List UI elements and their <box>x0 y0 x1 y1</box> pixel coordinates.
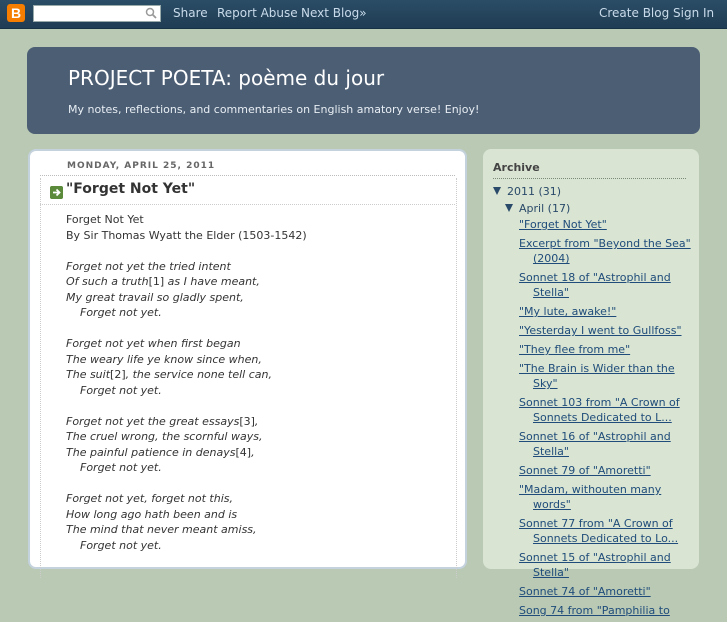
archive-post-link[interactable]: "They flee from me" <box>519 342 691 357</box>
footnote-ref-link[interactable]: [1] <box>149 275 165 288</box>
archive-list-item: Sonnet 103 from "A Crown of Sonnets Dedi… <box>519 395 691 425</box>
arrow-right-icon <box>50 186 63 199</box>
archive-list-item: Sonnet 79 of "Amoretti" <box>519 463 691 478</box>
archive-post-link[interactable]: "The Brain is Wider than the Sky" <box>519 361 691 391</box>
archive-list-item: Excerpt from "Beyond the Sea" (2004) <box>519 236 691 266</box>
poem-line: Forget not yet the tried intent <box>66 259 231 273</box>
archive-list-item: Sonnet 77 from "A Crown of Sonnets Dedic… <box>519 516 691 546</box>
next-blog-link[interactable]: Next Blog» <box>301 6 367 20</box>
poem-line: Forget not yet. <box>80 383 162 397</box>
archive-post-link[interactable]: "Yesterday I went to Gullfoss" <box>519 323 691 338</box>
archive-post-list: "Forget Not Yet" Excerpt from "Beyond the… <box>519 217 691 622</box>
archive-list-item: "Madam, withouten many words" <box>519 482 691 512</box>
poem-line: The painful patience in denays[4], <box>66 445 255 459</box>
poem-line: The cruel wrong, the scornful ways, <box>66 430 263 443</box>
title-divider <box>40 204 455 205</box>
poem-line: How long ago hath been and is <box>66 507 238 521</box>
date-divider <box>40 175 455 176</box>
post-title[interactable]: "Forget Not Yet" <box>66 181 195 197</box>
navbar-search-box <box>33 5 161 25</box>
collapse-triangle-icon[interactable] <box>493 187 501 195</box>
archive-list-item: Sonnet 16 of "Astrophil and Stella" <box>519 429 691 459</box>
archive-post-link[interactable]: Sonnet 74 of "Amoretti" <box>519 584 691 599</box>
poem-line: Forget not yet. <box>80 306 162 319</box>
poem-author-line: By Sir Thomas Wyatt the Elder (1503-1542… <box>66 228 307 242</box>
archive-post-link[interactable]: "My lute, awake!" <box>519 304 691 319</box>
archive-post-link[interactable]: "Forget Not Yet" <box>519 217 691 232</box>
archive-post-link[interactable]: Excerpt from "Beyond the Sea" (2004) <box>519 236 691 266</box>
archive-year[interactable]: 2011 (31) <box>507 185 561 198</box>
archive-year-count: (31) <box>538 185 562 198</box>
poem-line: My great travail so gladly spent, <box>66 290 244 304</box>
navbar-search-input[interactable] <box>34 10 148 25</box>
archive-post-link[interactable]: Sonnet 103 from "A Crown of Sonnets Dedi… <box>519 395 691 425</box>
poem-line: Forget not yet the great essays[3], <box>66 414 259 428</box>
archive-month-count: (17) <box>547 202 571 215</box>
blog-title[interactable]: PROJECT POETA: poème du jour <box>68 66 384 90</box>
collapse-triangle-icon[interactable] <box>505 204 513 212</box>
footnote-ref-link[interactable]: [4] <box>235 446 251 459</box>
footnote-ref-link[interactable]: [3] <box>239 415 255 428</box>
post-date: MONDAY, APRIL 25, 2011 <box>67 161 216 171</box>
main-column: MONDAY, APRIL 25, 2011 "Forget Not Yet" … <box>28 149 467 578</box>
archive-month[interactable]: April (17) <box>519 202 570 215</box>
archive-post-link[interactable]: Sonnet 15 of "Astrophil and Stella" <box>519 550 691 580</box>
archive-year-link[interactable]: 2011 <box>507 185 535 198</box>
archive-list-item: "My lute, awake!" <box>519 304 691 319</box>
poem-line: Forget not yet. <box>80 538 162 552</box>
archive-divider <box>493 178 686 179</box>
archive-month-link[interactable]: April <box>519 202 544 215</box>
archive-title: Archive <box>493 161 540 174</box>
sign-in-link[interactable]: Sign In <box>673 6 714 20</box>
poem-line: Forget not yet when first began <box>66 337 241 350</box>
archive-list-item: Sonnet 74 of "Amoretti" <box>519 584 691 599</box>
poem-line: The mind that never meant amiss, <box>66 523 257 536</box>
archive-post-link[interactable]: Sonnet 16 of "Astrophil and Stella" <box>519 429 691 459</box>
poem-line: The suit[2], the service none tell can, <box>66 368 272 381</box>
blogger-logo-icon[interactable]: B <box>7 4 25 22</box>
archive-post-link[interactable]: Sonnet 18 of "Astrophil and Stella" <box>519 270 691 300</box>
blog-description: My notes, reflections, and commentaries … <box>68 103 480 116</box>
poem-line: Of such a truth[1] as I have meant, <box>66 275 260 288</box>
archive-post-link[interactable]: Sonnet 79 of "Amoretti" <box>519 463 691 478</box>
archive-list-item: "Forget Not Yet" <box>519 217 691 232</box>
archive-list-item: Song 74 from "Pamphilia to <box>519 603 691 618</box>
navbar: B Share Report Abuse Next Blog» Create B… <box>0 0 727 29</box>
blog-header: PROJECT POETA: poème du jour My notes, r… <box>27 47 700 134</box>
poem-line: Forget not yet. <box>80 461 162 474</box>
poem-title-line: Forget Not Yet <box>66 213 144 226</box>
archive-list-item: Sonnet 15 of "Astrophil and Stella" <box>519 550 691 580</box>
poem-stanzas: Forget not yet the tried intent Of such a… <box>66 259 446 554</box>
archive-list-item: Sonnet 18 of "Astrophil and Stella" <box>519 270 691 300</box>
sidebar: Archive 2011 (31) April (17) "Forget Not… <box>483 149 699 617</box>
create-blog-link[interactable]: Create Blog <box>599 6 669 20</box>
archive-post-link[interactable]: Sonnet 77 from "A Crown of Sonnets Dedic… <box>519 516 691 546</box>
archive-post-link[interactable]: Song 74 from "Pamphilia to <box>519 603 691 618</box>
post-body: Forget Not Yet By Sir Thomas Wyatt the E… <box>66 212 446 553</box>
report-abuse-link[interactable]: Report Abuse <box>217 6 298 20</box>
archive-post-link[interactable]: "Madam, withouten many words" <box>519 482 691 512</box>
archive-list-item: "Yesterday I went to Gullfoss" <box>519 323 691 338</box>
archive-list-item: "The Brain is Wider than the Sky" <box>519 361 691 391</box>
archive-list-item: "They flee from me" <box>519 342 691 357</box>
footnote-ref-link[interactable]: [2] <box>110 368 126 381</box>
search-icon[interactable] <box>145 7 157 19</box>
poem-line: The weary life ye know since when, <box>66 352 262 366</box>
share-link[interactable]: Share <box>173 6 208 20</box>
poem-line: Forget not yet, forget not this, <box>66 492 233 505</box>
